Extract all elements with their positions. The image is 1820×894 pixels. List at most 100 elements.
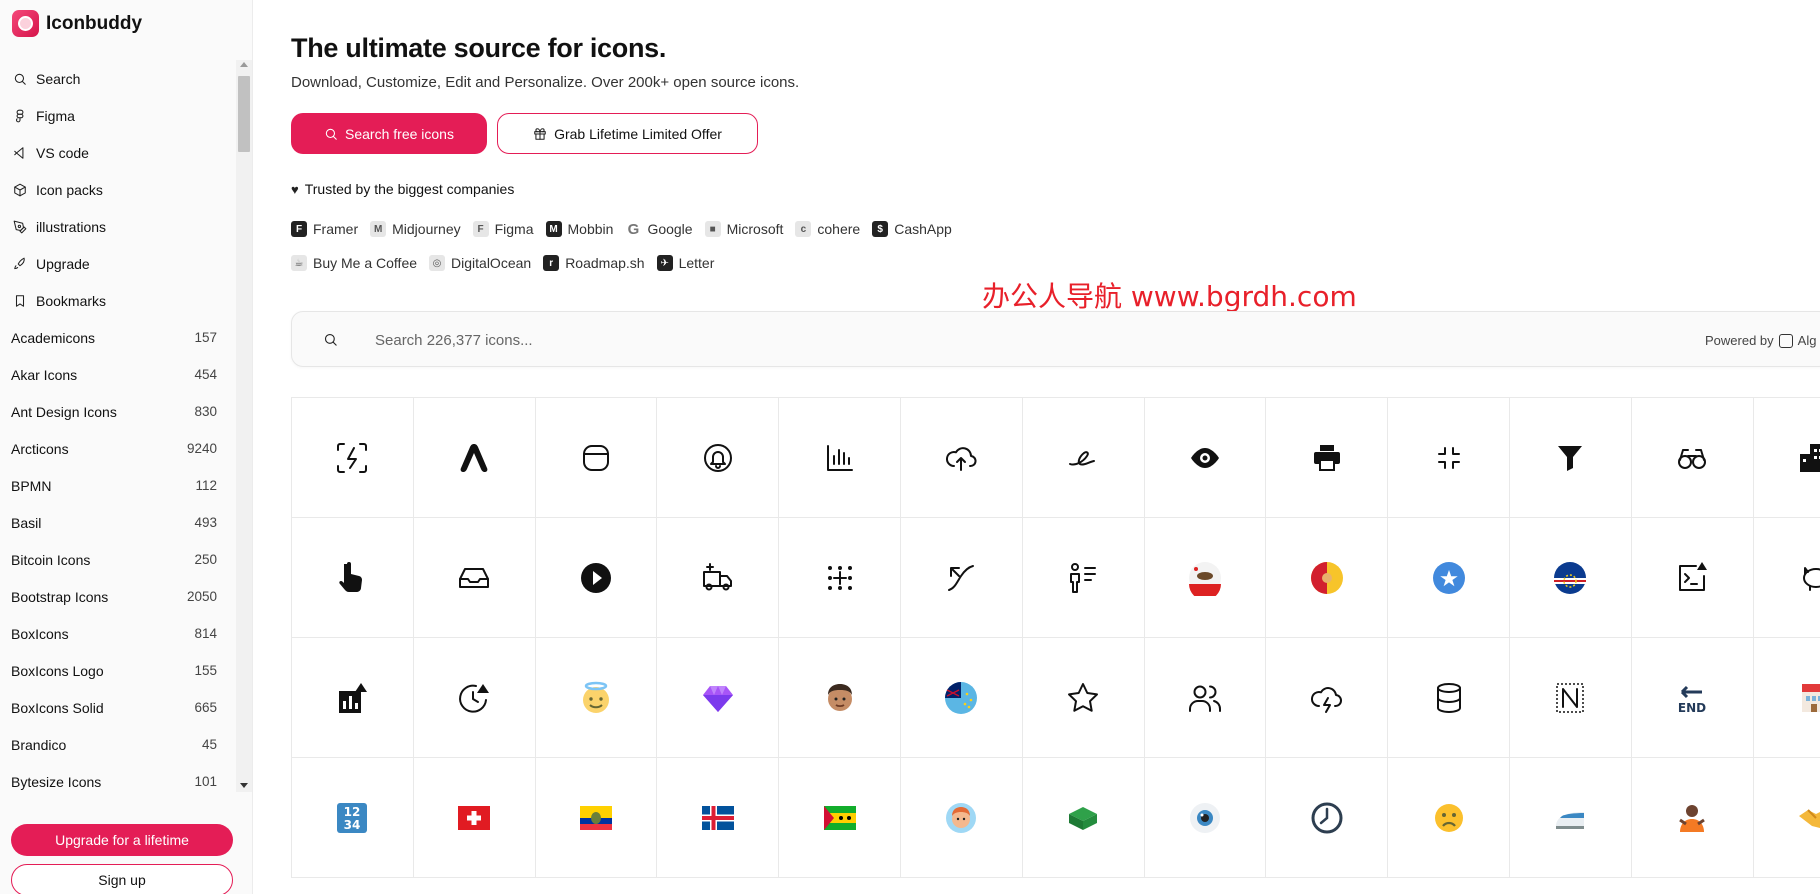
icon-tile[interactable]: [1022, 638, 1145, 758]
icon-tile[interactable]: [1753, 518, 1820, 638]
icon-tile[interactable]: END: [1631, 638, 1754, 758]
icon-tile[interactable]: [1509, 758, 1632, 878]
sidebar-pack-item[interactable]: Bitcoin Icons 250: [0, 541, 253, 578]
sidebar-pack-item[interactable]: Bytesize Icons 101: [0, 763, 253, 792]
brand-name: Iconbuddy: [46, 12, 143, 34]
sidebar-pack-item[interactable]: Academicons 157: [0, 319, 253, 356]
icon-search-bar[interactable]: Powered by Alg: [291, 311, 1820, 367]
icon-tile[interactable]: [657, 638, 780, 758]
sidebar-pack-item[interactable]: BPMN 112: [0, 467, 253, 504]
sidebar-pack-item[interactable]: BoxIcons Solid 665: [0, 689, 253, 726]
upgrade-lifetime-button[interactable]: Upgrade for a lifetime: [11, 824, 233, 856]
icon-tile[interactable]: [1631, 398, 1754, 518]
icon-tile[interactable]: [292, 398, 414, 518]
icon-tile[interactable]: [535, 758, 658, 878]
icon-tile[interactable]: [1266, 758, 1389, 878]
sidebar-item-illustrations[interactable]: illustrations: [0, 208, 253, 245]
icon-tile[interactable]: [1509, 398, 1632, 518]
icon-pack-list: Academicons 157 Akar Icons 454 Ant Design Ic…: [0, 319, 253, 792]
icon-tile[interactable]: [413, 398, 536, 518]
search-free-icons-button[interactable]: Search free icons: [291, 113, 487, 154]
icon-tile[interactable]: [1266, 518, 1389, 638]
sidebar-item-icon-packs[interactable]: Icon packs: [0, 171, 253, 208]
sidebar-item-search[interactable]: Search: [0, 60, 253, 97]
icon-tile[interactable]: [657, 518, 780, 638]
framer-logo-icon: F: [291, 221, 307, 237]
company-logo-item: ✈ Letter: [656, 252, 714, 274]
lifetime-offer-button[interactable]: Grab Lifetime Limited Offer: [497, 113, 758, 154]
pack-name: Basil: [11, 514, 42, 531]
icon-tile[interactable]: [900, 758, 1023, 878]
icon-tile[interactable]: [1388, 758, 1510, 878]
sidebar-pack-item[interactable]: BoxIcons 814: [0, 615, 253, 652]
pack-name: BoxIcons Logo: [11, 662, 104, 679]
icon-tile[interactable]: [900, 398, 1023, 518]
icon-tile[interactable]: [1022, 398, 1145, 518]
icon-tile[interactable]: [1022, 518, 1145, 638]
pack-name: BoxIcons Solid: [11, 699, 104, 716]
icon-tile[interactable]: [1631, 518, 1754, 638]
sidebar-item-bookmarks[interactable]: Bookmarks: [0, 282, 253, 319]
sidebar-scrollbar[interactable]: [236, 60, 252, 792]
icon-tile[interactable]: [1388, 638, 1510, 758]
icon-tile[interactable]: [1631, 758, 1754, 878]
icon-tile[interactable]: [413, 638, 536, 758]
scroll-down-arrow-icon[interactable]: [240, 783, 248, 788]
icon-tile[interactable]: [779, 398, 901, 518]
icon-tile[interactable]: [1388, 398, 1510, 518]
scroll-up-arrow-icon[interactable]: [240, 62, 248, 67]
icon-tile[interactable]: [413, 518, 536, 638]
sidebar-pack-item[interactable]: BoxIcons Logo 155: [0, 652, 253, 689]
icon-tile[interactable]: [535, 398, 658, 518]
brand-logo[interactable]: Iconbuddy: [12, 10, 142, 37]
search-input[interactable]: [375, 326, 1175, 354]
icon-tile[interactable]: [1144, 758, 1267, 878]
pack-count: 250: [194, 552, 217, 567]
bell-circle-icon: [703, 443, 732, 472]
icon-tile[interactable]: [292, 518, 414, 638]
frowning-face-emoji-icon: [1434, 803, 1463, 832]
icon-tile[interactable]: [1753, 638, 1820, 758]
icon-tile[interactable]: [900, 518, 1023, 638]
icon-tile[interactable]: [1144, 398, 1267, 518]
sidebar-item-figma[interactable]: Figma: [0, 97, 253, 134]
icon-tile[interactable]: [535, 638, 658, 758]
icon-tile[interactable]: [779, 758, 901, 878]
sidebar-pack-item[interactable]: Basil 493: [0, 504, 253, 541]
icon-tile[interactable]: [657, 398, 780, 518]
icon-tile[interactable]: [292, 638, 414, 758]
icon-tile[interactable]: [900, 638, 1023, 758]
scrollbar-thumb[interactable]: [238, 76, 250, 152]
sign-up-button[interactable]: Sign up: [11, 864, 233, 894]
icon-tile[interactable]: [1753, 398, 1820, 518]
digitalocean-logo-icon: ◎: [429, 255, 446, 271]
icon-tile[interactable]: [779, 638, 901, 758]
sidebar-pack-item[interactable]: Arcticons 9240: [0, 430, 253, 467]
pack-count: 112: [195, 478, 217, 493]
icon-tile[interactable]: [1509, 518, 1632, 638]
icon-tile[interactable]: [1144, 518, 1267, 638]
sidebar-item-upgrade[interactable]: Upgrade: [0, 245, 253, 282]
sidebar-pack-item[interactable]: Akar Icons 454: [0, 356, 253, 393]
company-name: cohere: [817, 221, 861, 237]
icon-tile[interactable]: [1753, 758, 1820, 878]
eye-icon: [1190, 447, 1219, 468]
sidebar-item-vscode[interactable]: VS code: [0, 134, 253, 171]
thunder-cloud-icon: [1310, 686, 1342, 713]
icon-tile[interactable]: [1388, 518, 1510, 638]
powered-by-algolia[interactable]: Powered by Alg: [1705, 333, 1816, 348]
icon-tile[interactable]: 12 34: [292, 758, 414, 878]
icon-tile[interactable]: [413, 758, 536, 878]
icon-tile[interactable]: [779, 518, 901, 638]
icon-tile[interactable]: [657, 758, 780, 878]
icon-tile[interactable]: [535, 518, 658, 638]
sidebar-pack-item[interactable]: Ant Design Icons 830: [0, 393, 253, 430]
sidebar-pack-item[interactable]: Bootstrap Icons 2050: [0, 578, 253, 615]
icon-tile[interactable]: [1266, 398, 1389, 518]
icon-tile[interactable]: [1266, 638, 1389, 758]
icon-tile[interactable]: [1509, 638, 1632, 758]
sidebar-pack-item[interactable]: Brandico 45: [0, 726, 253, 763]
icon-tile[interactable]: [1144, 638, 1267, 758]
midjourney-logo-icon: M: [370, 221, 387, 237]
icon-tile[interactable]: [1022, 758, 1145, 878]
